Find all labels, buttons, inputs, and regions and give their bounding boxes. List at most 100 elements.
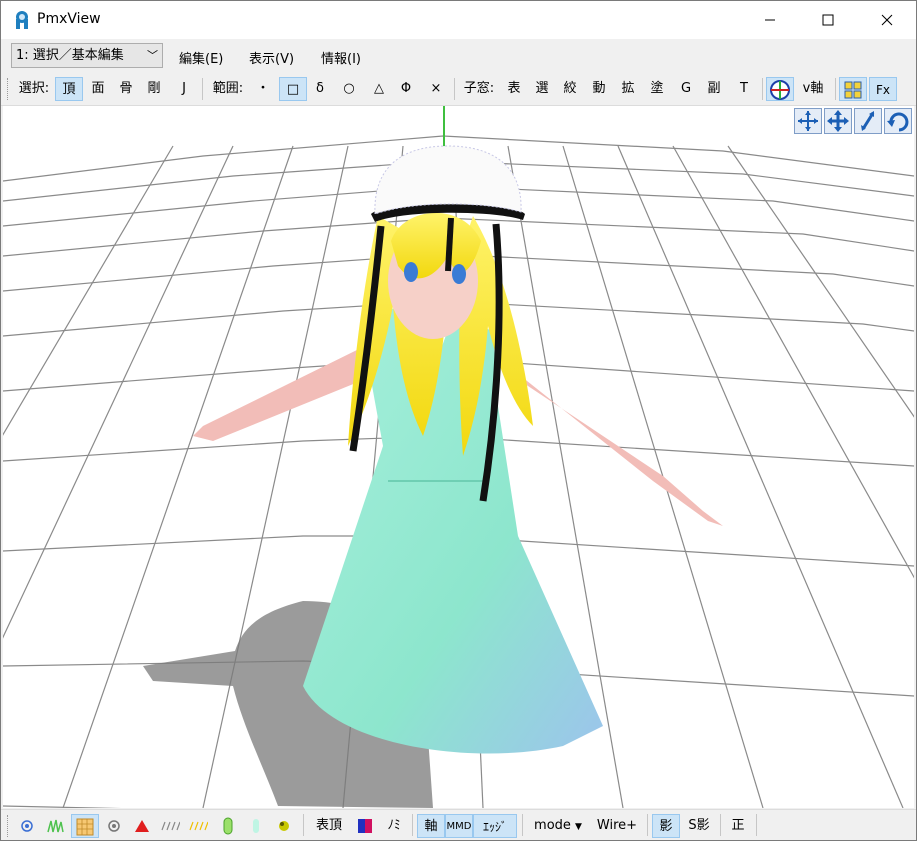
view-navigation-tools [794, 108, 912, 134]
3d-viewport[interactable] [3, 106, 914, 808]
fx-button[interactable]: Fx [869, 77, 897, 101]
child-paint-button[interactable]: 塗 [644, 77, 670, 101]
zoom-arrow-icon [861, 111, 875, 131]
split-view-button[interactable] [839, 77, 867, 101]
chevron-down-icon: ﹀ [147, 49, 158, 62]
zoom-view-button[interactable] [854, 108, 882, 134]
main-toolbar: 選択: 頂 面 骨 剛 J 範囲: ・ □ δ ○ △ Φ × 子窓: 表 選 … [1, 73, 916, 106]
self-shadow-toggle[interactable]: S影 [683, 814, 715, 838]
range-phi-button[interactable]: Φ [393, 77, 419, 101]
circle-dot-icon [108, 820, 120, 832]
dropdown-arrow-icon: ▼ [575, 822, 582, 832]
axis-toggle[interactable]: 軸 [417, 814, 445, 838]
wire-plus-toggle[interactable]: Wire+ [593, 814, 641, 838]
range-rect-button[interactable]: □ [279, 77, 307, 101]
hat [374, 145, 522, 215]
child-select-button[interactable]: 選 [529, 77, 555, 101]
toolbar-separator [522, 814, 523, 836]
range-delta-button[interactable]: δ [307, 77, 333, 101]
child-move-button[interactable]: 動 [586, 77, 612, 101]
select-vertex-button[interactable]: 頂 [55, 77, 83, 101]
maximize-button[interactable] [799, 1, 857, 39]
mode-select[interactable]: 1: 選択／基本編集 ﹀ [11, 43, 163, 68]
pan-view-button[interactable] [824, 108, 852, 134]
select-face-button[interactable]: 面 [85, 77, 111, 101]
menu-view[interactable]: 表示(V) [249, 48, 294, 67]
show-soft-body-button[interactable] [271, 814, 297, 838]
capsule-icon [223, 817, 233, 835]
toolbar-separator [303, 814, 304, 836]
minimize-icon [765, 19, 775, 21]
select-label: 選択: [18, 81, 50, 96]
pmxview-app-icon [16, 11, 28, 29]
toolbar-separator [202, 78, 203, 100]
child-sub-button[interactable]: 副 [701, 77, 727, 101]
color-square-icon [358, 819, 372, 833]
select-bone-button[interactable]: 骨 [113, 77, 139, 101]
toolbar-separator [835, 78, 836, 100]
mode-dropdown[interactable]: mode ▼ [527, 814, 589, 838]
color-toggle-button[interactable] [353, 814, 377, 838]
show-material-button[interactable] [101, 814, 127, 838]
maximize-icon [822, 14, 834, 26]
toolbar-separator [454, 78, 455, 100]
joint-capsule-icon [253, 819, 259, 833]
rotate-arrows-icon [798, 111, 818, 131]
show-face-button[interactable] [129, 814, 155, 838]
pmxview-window: PmxView 1: 選択／基本編集 ﹀ 編集(E) 表示(V) 情報(I) 選… [0, 0, 917, 841]
select-rigid-button[interactable]: 剛 [141, 77, 167, 101]
v-axis-button[interactable]: v軸 [797, 77, 829, 101]
show-texture-button[interactable] [71, 814, 99, 838]
range-circle-button[interactable]: ○ [335, 77, 363, 101]
soft-body-icon [279, 821, 289, 831]
right-eye [452, 264, 466, 284]
range-clear-button[interactable]: × [423, 77, 449, 101]
minimize-button[interactable] [741, 1, 799, 39]
move-arrows-icon [827, 110, 849, 132]
child-scale-button[interactable]: 拡 [615, 77, 641, 101]
show-vertex-button[interactable] [15, 814, 39, 838]
black-bang-strand [445, 217, 454, 272]
child-t-button[interactable]: T [731, 77, 757, 101]
toolbar-separator [720, 814, 721, 836]
title-bar: PmxView [1, 1, 916, 39]
axis-gizmo-button[interactable] [766, 77, 794, 101]
show-bone-button[interactable] [157, 814, 183, 838]
child-filter-button[interactable]: 絞 [557, 77, 583, 101]
show-grass-button[interactable] [43, 814, 69, 838]
texture-grid-icon [76, 818, 94, 836]
rotate-reset-icon [887, 112, 909, 132]
surface-vertex-toggle[interactable]: 表頂 [309, 814, 349, 838]
show-ik-button[interactable] [185, 814, 211, 838]
child-table-button[interactable]: 表 [501, 77, 527, 101]
show-joint-button[interactable] [243, 814, 269, 838]
show-rigid-button[interactable] [215, 814, 241, 838]
menu-info[interactable]: 情報(I) [321, 48, 361, 67]
select-joint-button[interactable]: J [171, 77, 197, 101]
mi-toggle[interactable]: ﾉﾐ [381, 814, 407, 838]
child-g-button[interactable]: G [673, 77, 699, 101]
dot-target-icon [21, 820, 33, 832]
mode-select-value: 1: 選択／基本編集 [16, 48, 124, 63]
shadow-toggle[interactable]: 影 [652, 814, 680, 838]
menu-row: 1: 選択／基本編集 ﹀ 編集(E) 表示(V) 情報(I) [1, 39, 916, 73]
range-point-button[interactable]: ・ [249, 77, 277, 101]
ik-dashes-icon [189, 821, 209, 831]
close-icon [881, 14, 893, 26]
child-window-label: 子窓: [463, 81, 495, 96]
left-arm [193, 346, 373, 441]
menu-edit[interactable]: 編集(E) [179, 48, 223, 67]
reset-view-button[interactable] [884, 108, 912, 134]
axis-target-icon [770, 80, 790, 100]
mode-dropdown-label: mode [534, 818, 571, 833]
window-title: PmxView [37, 11, 101, 27]
orthographic-toggle[interactable]: 正 [725, 814, 751, 838]
mmd-toggle[interactable]: MMD [445, 814, 473, 838]
toolbar-separator [762, 78, 763, 100]
toolbar-grip[interactable] [7, 78, 11, 100]
close-button[interactable] [858, 1, 916, 39]
edge-toggle[interactable]: ｴｯｼﾞ [473, 814, 517, 838]
range-triangle-button[interactable]: △ [365, 77, 393, 101]
rotate-view-button[interactable] [794, 108, 822, 134]
toolbar-grip[interactable] [7, 815, 11, 837]
